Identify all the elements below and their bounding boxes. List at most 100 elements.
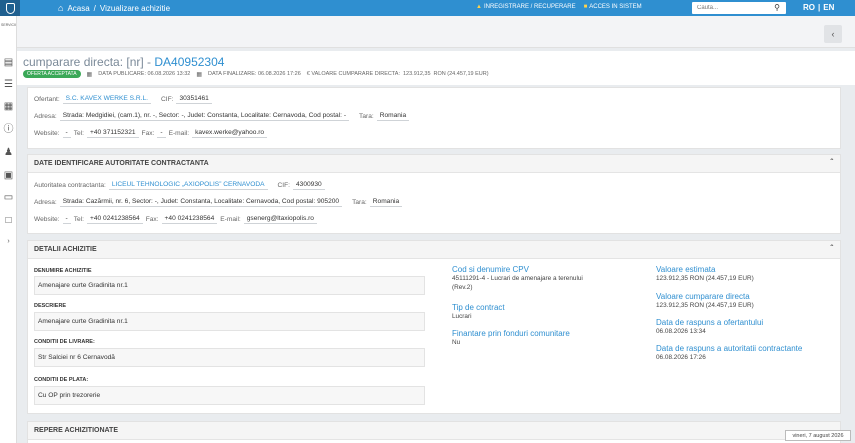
ofertant-name[interactable]: S.C. KAVEX WERKE S.R.L. — [62, 95, 151, 104]
ofertant-cif: 30351461 — [176, 95, 212, 104]
authority-address: Strada: Cazărmii, nr. 6, Sector: -, Jude… — [59, 198, 343, 207]
repere-heading: REPERE ACHIZITIONATE — [34, 427, 119, 434]
estimated-value-label: Valoare estimata — [656, 265, 716, 274]
monitor-icon[interactable]: ▭ — [3, 192, 14, 203]
website-label: Website: — [34, 130, 60, 137]
funds-value: Nu — [452, 339, 461, 346]
list-icon[interactable]: ☰ — [3, 79, 14, 90]
purchase-value-label: Valoare cumparare directa — [656, 292, 750, 301]
chat-icon[interactable]: □ — [3, 215, 14, 226]
delivery-field: Str Salciei nr 6 Cernavodă — [34, 348, 425, 367]
breadcrumb-home[interactable]: Acasa — [67, 4, 89, 13]
language-switch: RO | EN — [803, 3, 834, 12]
search-input[interactable] — [692, 2, 768, 14]
login-link[interactable]: ■ ACCES IN SISTEM — [584, 4, 642, 10]
authority-panel: DATE IDENTIFICARE AUTORITATE CONTRACTANT… — [27, 154, 841, 234]
authority-cif: 4300930 — [292, 181, 325, 190]
sidebar-label: SERVICII — [1, 23, 16, 27]
authority-address-row: Adresa: Strada: Cazărmii, nr. 6, Sector:… — [34, 198, 403, 207]
ofertant-country: Romania — [376, 112, 410, 121]
name-field: Amenajare curte Gradinita nr.1 — [34, 276, 425, 295]
repere-panel: REPERE ACHIZITIONATE — [27, 421, 841, 443]
funds-block: Finantare prin fonduri comunitare Nu — [452, 329, 570, 347]
ofertant-address: Strada: Medgidiei, (cam.1), nr. -, Secto… — [59, 112, 350, 121]
chevron-left-icon: ‹ — [831, 29, 835, 39]
authority-contact-row: Website: - Tel: +40 0241238564 Fax: +40 … — [34, 215, 317, 224]
offer-response-label: Data de raspuns a ofertantului — [656, 318, 764, 327]
calendar-icon: ▦ — [86, 71, 93, 78]
search-box: ⚲ — [692, 2, 786, 14]
procurement-header: cumparare directa: [nr] - DA40952304 OFE… — [17, 51, 855, 85]
document-icon[interactable]: ▤ — [3, 57, 14, 68]
authority-tel: +40 0241238564 — [87, 215, 143, 224]
contract-label: Tip de contract — [452, 303, 505, 312]
payment-label: CONDITII DE PLATA: — [34, 377, 89, 383]
ofertant-row: Ofertant: S.C. KAVEX WERKE S.R.L. CIF: 3… — [34, 95, 212, 104]
help-icon[interactable]: ⓘ — [3, 124, 14, 135]
authority-row: Autoritatea contractanta: LICEUL TEHNOLO… — [34, 181, 325, 190]
description-label: DESCRIERE — [34, 303, 67, 309]
details-heading: DETALII ACHIZITIE — [34, 246, 97, 253]
authority-response-block: Data de raspuns a autoritatii contractan… — [656, 344, 802, 362]
title-strip — [17, 16, 855, 48]
value-amount: 123.912,35 — [403, 71, 431, 77]
calculator-icon[interactable]: ▦ — [3, 101, 14, 112]
shield-logo[interactable] — [0, 0, 20, 16]
cif-label: CIF: — [160, 96, 174, 103]
search-icon[interactable]: ⚲ — [774, 3, 780, 12]
home-icon[interactable]: ⌂ — [58, 3, 63, 13]
title-prefix: cumparare directa: [nr] - — [23, 55, 152, 69]
calendar-icon: ▦ — [196, 71, 203, 78]
back-button[interactable]: ‹ — [824, 25, 842, 43]
estimated-value-block: Valoare estimata 123.912,35 RON (24.457,… — [656, 265, 754, 283]
publish-date: DATA PUBLICARE: 06.08.2026 13:32 — [98, 71, 191, 77]
purchase-value: 123.912,35 RON (24.457,19 EUR) — [656, 302, 754, 309]
delivery-label: CONDITII DE LIVRARE: — [34, 339, 95, 345]
chevron-right-icon[interactable]: › — [3, 236, 14, 247]
id-card-icon[interactable]: ▣ — [3, 170, 14, 181]
tel-label: Tel: — [73, 130, 85, 137]
cif-label: CIF: — [277, 182, 290, 189]
cpv-label: Cod si denumire CPV — [452, 265, 529, 274]
authority-panel-header[interactable]: DATE IDENTIFICARE AUTORITATE CONTRACTANT… — [28, 155, 840, 173]
repere-panel-header[interactable]: REPERE ACHIZITIONATE — [28, 422, 840, 440]
offer-response-date: 06.08.2026 13:34 — [656, 328, 706, 335]
status-badge: OFERTA ACCEPTATA — [23, 70, 81, 78]
ofertant-contact-row: Website: - Tel: +40 371152321 Fax: - E-m… — [34, 129, 268, 138]
lang-en[interactable]: EN — [823, 3, 834, 12]
register-link[interactable]: ▲ INREGISTRARE / RECUPERARE — [476, 4, 576, 10]
value-unit: RON (24.457,19 EUR) — [433, 71, 489, 77]
users-icon[interactable]: ♟ — [3, 147, 14, 158]
address-label: Adresa: — [34, 199, 57, 206]
ofertant-fax: - — [157, 129, 166, 138]
breadcrumb-current: Vizualizare achizitie — [99, 3, 171, 13]
authority-country: Romania — [369, 198, 403, 207]
ofertant-panel: Ofertant: S.C. KAVEX WERKE S.R.L. CIF: 3… — [27, 87, 841, 149]
authority-email[interactable]: gsenerg@ltaxiopolis.ro — [243, 215, 317, 224]
lang-ro[interactable]: RO — [803, 3, 815, 12]
details-panel-header[interactable]: DETALII ACHIZITIE ˆ — [28, 241, 840, 259]
purchase-value-block: Valoare cumparare directa 123.912,35 RON… — [656, 292, 754, 310]
authority-website[interactable]: - — [62, 215, 71, 224]
account-links: ▲ INREGISTRARE / RECUPERARE ■ ACCES IN SIS… — [476, 4, 642, 10]
contract-block: Tip de contract Lucrari — [452, 303, 505, 321]
authority-label: Autoritatea contractanta: — [34, 182, 106, 189]
funds-label: Finantare prin fonduri comunitare — [452, 329, 570, 338]
cpv-block: Cod si denumire CPV 45111291-4 - Lucrari… — [452, 265, 583, 292]
procurement-meta: OFERTA ACCEPTATA ▦ DATA PUBLICARE: 06.08… — [23, 70, 489, 78]
ofertant-website[interactable]: - — [62, 129, 71, 138]
authority-fax: +40 0241238564 — [161, 215, 218, 224]
fax-label: Fax: — [145, 216, 159, 223]
ofertant-email[interactable]: kavex.werke@yahoo.ro — [192, 129, 268, 138]
breadcrumb-separator: / — [93, 3, 96, 13]
contract-value: Lucrari — [452, 313, 472, 320]
chevron-up-icon[interactable]: ˆ — [830, 244, 833, 253]
chevron-up-icon[interactable]: ˆ — [830, 158, 833, 167]
ofertant-address-row: Adresa: Strada: Medgidiei, (cam.1), nr. … — [34, 112, 410, 121]
payment-field: Cu OP prin trezorerie — [34, 386, 425, 405]
email-label: E-mail: — [168, 130, 190, 137]
authority-name[interactable]: LICEUL TEHNOLOGIC „AXIOPOLIS” CERNAVODA — [108, 181, 268, 190]
finalize-date: DATA FINALIZARE: 06.08.2026 17:26 — [208, 71, 301, 77]
procurement-code: DA40952304 — [154, 55, 225, 69]
address-label: Adresa: — [34, 113, 57, 120]
